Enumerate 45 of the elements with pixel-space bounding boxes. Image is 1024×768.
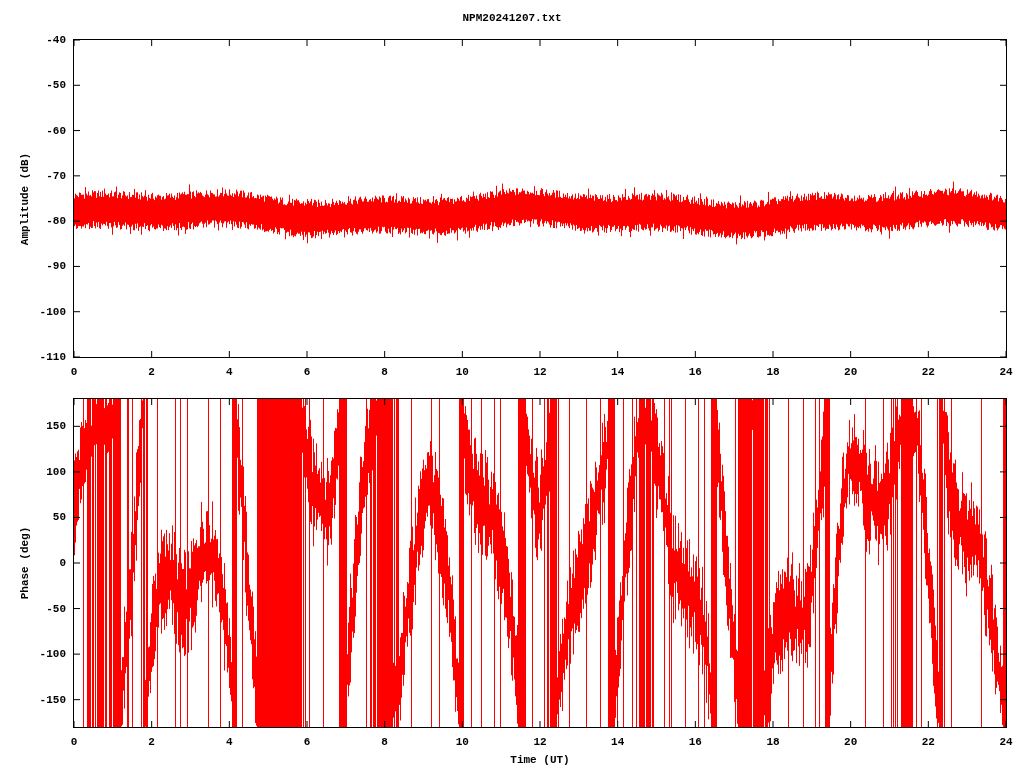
x-tick-label: 16	[688, 735, 702, 750]
x-tick-label: 6	[303, 365, 311, 380]
y-tick-label: -100	[39, 646, 66, 662]
x-tick-label: 10	[455, 735, 469, 750]
x-tick-label: 14	[611, 365, 625, 380]
x-tick-label: 14	[611, 735, 625, 750]
x-tick-label: 18	[766, 365, 780, 380]
x-axis-label: Time (UT)	[510, 753, 570, 768]
y-tick-label: -90	[46, 259, 66, 275]
x-tick-label: 20	[844, 365, 858, 380]
x-tick-label: 22	[921, 365, 935, 380]
y-tick-label: 150	[46, 419, 66, 435]
y-tick-label: -80	[46, 213, 66, 229]
y-tick-label: 0	[59, 555, 66, 571]
x-tick-label: 16	[688, 365, 702, 380]
y-tick-label: -60	[46, 123, 66, 139]
y-tick-label: -110	[39, 349, 66, 365]
y-tick-label: -70	[46, 168, 66, 184]
y-tick-label: -40	[46, 32, 66, 48]
x-tick-label: 24	[999, 735, 1013, 750]
x-tick-label: 0	[70, 365, 78, 380]
y-tick-label: 50	[52, 510, 66, 526]
x-tick-label: 2	[148, 735, 155, 750]
x-tick-label: 18	[766, 735, 780, 750]
y-tick-label: -50	[46, 78, 66, 94]
x-tick-label: 24	[999, 365, 1013, 380]
x-tick-label: 8	[381, 365, 388, 380]
y-tick-label: -100	[39, 304, 66, 320]
y-tick-label: 100	[46, 464, 66, 480]
x-tick-label: 4	[226, 735, 233, 750]
x-tick-label: 12	[533, 735, 547, 750]
y-axis-label: Amplitude (dB)	[17, 152, 32, 245]
x-tick-label: 2	[148, 365, 155, 380]
y-tick-label: -150	[39, 692, 66, 708]
x-tick-label: 12	[533, 365, 547, 380]
x-tick-label: 22	[921, 735, 935, 750]
x-tick-label: 6	[303, 735, 311, 750]
x-tick-label: 4	[226, 365, 233, 380]
x-tick-label: 20	[844, 735, 858, 750]
x-tick-label: 0	[70, 735, 78, 750]
x-tick-label: 10	[455, 365, 469, 380]
y-axis-label: Phase (deg)	[17, 526, 32, 600]
chart-title: NPM20241207.txt	[462, 11, 562, 27]
y-tick-label: -50	[46, 601, 66, 617]
x-tick-label: 8	[381, 735, 388, 750]
